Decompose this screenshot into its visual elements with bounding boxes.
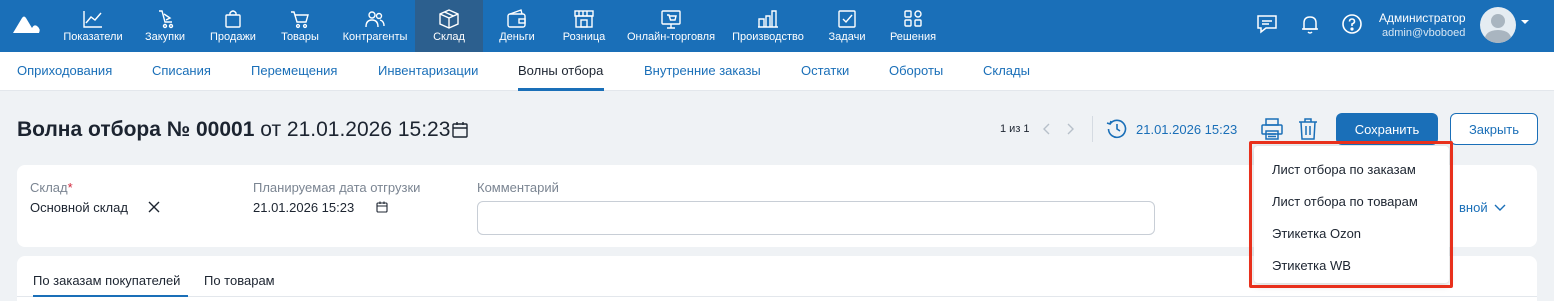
- wallet-icon: [507, 9, 526, 28]
- tab-by-products[interactable]: По товарам: [204, 273, 275, 288]
- calendar-icon[interactable]: [451, 121, 469, 139]
- divider: [1092, 116, 1093, 142]
- store-icon: [574, 10, 594, 28]
- nav-label: Деньги: [499, 31, 535, 43]
- subnav-item-write-offs[interactable]: Списания: [152, 63, 211, 78]
- ship-date-field[interactable]: 21.01.2026 15:23: [253, 200, 354, 215]
- subnav-item-transfers[interactable]: Перемещения: [251, 63, 337, 78]
- clear-x-icon[interactable]: [147, 200, 161, 214]
- close-button[interactable]: Закрыть: [1450, 113, 1538, 145]
- nav-item-warehouse[interactable]: Склад: [415, 0, 483, 52]
- print-menu-item-pick-list-orders[interactable]: Лист отбора по заказам: [1272, 162, 1416, 177]
- history-date[interactable]: 21.01.2026 15:23: [1136, 122, 1237, 137]
- subnav-item-stock[interactable]: Остатки: [801, 63, 849, 78]
- subnav-item-pick-waves[interactable]: Волны отбора: [518, 63, 603, 78]
- subnav-item-warehouses[interactable]: Склады: [983, 63, 1030, 78]
- chevron-left-icon[interactable]: [1041, 122, 1053, 136]
- avatar-person-icon: [1484, 14, 1512, 43]
- tabs-divider: [17, 296, 1537, 297]
- document-date[interactable]: 21.01.2026 15:23: [287, 118, 451, 141]
- print-menu-item-ozon-label[interactable]: Этикетка Ozon: [1272, 226, 1361, 241]
- purchase-icon: [159, 10, 174, 29]
- nav-item-sales[interactable]: Продажи: [208, 0, 258, 52]
- date-prefix: от: [260, 118, 282, 141]
- box-icon: [439, 9, 459, 29]
- page-title: Волна отбора № 00001 от 21.01.2026 15:23: [17, 118, 450, 142]
- ship-date-label: Планируемая дата отгрузки: [253, 180, 421, 195]
- user-email: admin@vboboed: [1382, 27, 1466, 39]
- print-menu-item-pick-list-goods[interactable]: Лист отбора по товарам: [1272, 194, 1418, 209]
- tab-by-customer-orders[interactable]: По заказам покупателей: [33, 273, 180, 288]
- subnav-item-inventories[interactable]: Инвентаризации: [378, 63, 478, 78]
- nav-label: Товары: [281, 31, 319, 43]
- history-clock-icon[interactable]: [1106, 118, 1128, 140]
- online-store-icon: [661, 10, 681, 29]
- pager-text: 1 из 1: [1000, 123, 1030, 135]
- warehouse-select[interactable]: Основной склад: [30, 200, 128, 215]
- warehouse-field-label: Склад*: [30, 180, 73, 195]
- cart-icon: [291, 11, 309, 29]
- nav-label: Продажи: [210, 31, 256, 43]
- nav-label: Контрагенты: [342, 31, 408, 43]
- active-tab-indicator: [33, 295, 188, 297]
- save-button[interactable]: Сохранить: [1336, 113, 1438, 145]
- help-question-icon[interactable]: [1340, 12, 1364, 36]
- comment-label: Комментарий: [477, 180, 559, 195]
- subnav-item-internal-orders[interactable]: Внутренние заказы: [644, 63, 761, 78]
- nav-item-production[interactable]: Производство: [730, 0, 806, 52]
- notifications-bell-icon[interactable]: [1298, 12, 1322, 36]
- chart-line-icon: [83, 11, 102, 28]
- required-mark: *: [67, 180, 73, 195]
- printer-icon[interactable]: [1260, 118, 1284, 140]
- chevron-down-icon[interactable]: [1520, 17, 1530, 27]
- subnav-item-turnover[interactable]: Обороты: [889, 63, 943, 78]
- nav-label: Онлайн-торговля: [626, 31, 716, 43]
- nav-item-online-trade[interactable]: Онлайн-торговля: [626, 0, 716, 52]
- nav-label: Закупки: [144, 31, 186, 43]
- top-navigation-bar: Показатели Закупки Продажи Товары Контра…: [0, 0, 1554, 52]
- document-title: Волна отбора № 00001: [17, 118, 255, 141]
- factory-icon: [758, 10, 778, 28]
- nav-label: Решения: [889, 31, 937, 43]
- apps-grid-icon: [904, 10, 922, 27]
- nav-item-retail[interactable]: Розница: [560, 0, 608, 52]
- nav-item-tasks[interactable]: Задачи: [826, 0, 868, 52]
- user-name[interactable]: Администратор: [1379, 11, 1466, 25]
- nav-item-counterparties[interactable]: Контрагенты: [340, 0, 410, 52]
- nav-label: Задачи: [828, 31, 866, 43]
- nav-label: Розница: [562, 31, 606, 43]
- calendar-icon[interactable]: [376, 201, 388, 213]
- warehouse-subnav: [0, 52, 1554, 91]
- users-icon: [365, 11, 385, 28]
- app-logo-icon[interactable]: [10, 12, 42, 36]
- nav-item-indicators[interactable]: Показатели: [62, 0, 124, 52]
- chat-icon[interactable]: [1255, 12, 1279, 36]
- chevron-right-icon[interactable]: [1064, 122, 1076, 136]
- user-avatar[interactable]: [1480, 7, 1516, 43]
- trash-icon[interactable]: [1297, 117, 1319, 141]
- nav-label: Показатели: [63, 31, 123, 43]
- comment-input[interactable]: [477, 201, 1155, 235]
- active-tab-indicator: [518, 88, 604, 91]
- nav-label: Производство: [732, 31, 804, 43]
- task-check-icon: [838, 10, 856, 28]
- nav-label: Склад: [433, 31, 465, 43]
- subnav-item-receipts[interactable]: Оприходования: [17, 63, 112, 78]
- partially-hidden-select-value[interactable]: вной: [1459, 200, 1488, 215]
- chevron-down-icon[interactable]: [1494, 203, 1506, 213]
- nav-item-money[interactable]: Деньги: [497, 0, 537, 52]
- print-menu-item-wb-label[interactable]: Этикетка WB: [1272, 258, 1351, 273]
- nav-item-purchases[interactable]: Закупки: [142, 0, 188, 52]
- nav-item-solutions[interactable]: Решения: [888, 0, 938, 52]
- nav-item-goods[interactable]: Товары: [280, 0, 320, 52]
- shopping-bag-icon: [225, 10, 241, 28]
